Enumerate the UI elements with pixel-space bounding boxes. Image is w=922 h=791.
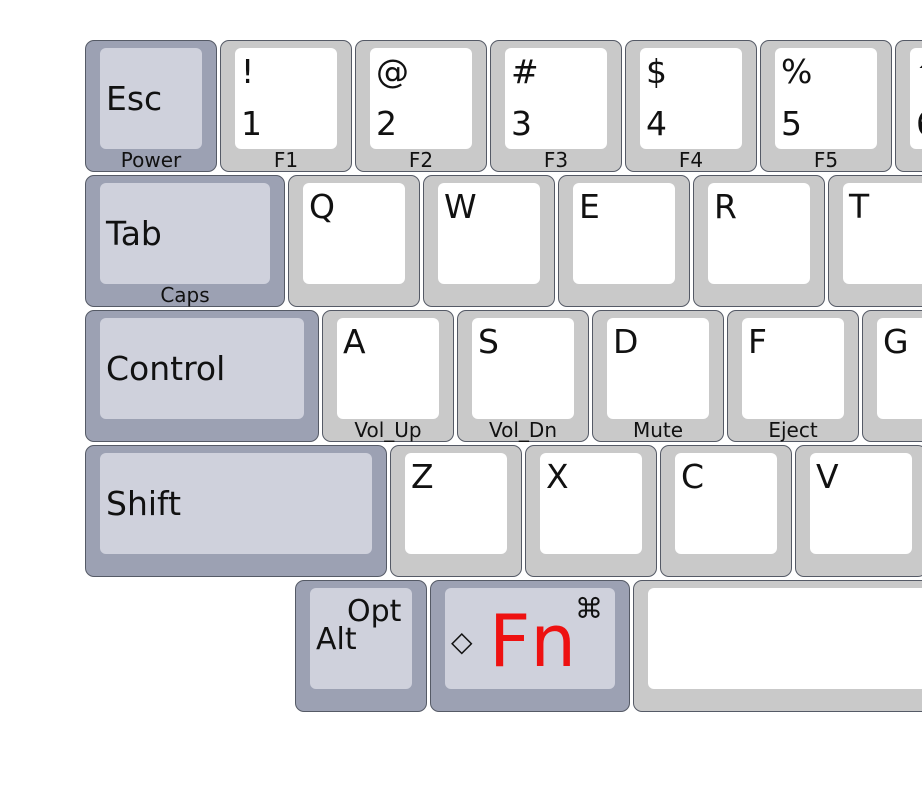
key-q[interactable]: Q bbox=[288, 175, 420, 307]
key-f-label: F bbox=[748, 322, 767, 361]
key-q-label: Q bbox=[309, 187, 335, 226]
key-1-shift-label: ! bbox=[241, 52, 255, 91]
alt-label: Alt bbox=[316, 622, 357, 657]
command-icon: ⌘ bbox=[575, 592, 603, 625]
fn-label: Fn bbox=[489, 599, 577, 683]
key-a-sub-label: Vol_Up bbox=[354, 418, 422, 442]
key-2-label: 2 bbox=[376, 104, 397, 143]
key-2-sub-label: F2 bbox=[408, 148, 434, 172]
fn-key[interactable]: ◇ Fn ⌘ bbox=[430, 580, 630, 712]
key-r-label: R bbox=[714, 187, 737, 226]
key-c[interactable]: C bbox=[660, 445, 792, 577]
key-v[interactable]: V bbox=[795, 445, 922, 577]
key-z[interactable]: Z bbox=[390, 445, 522, 577]
control-key[interactable]: Control bbox=[85, 310, 319, 442]
key-f[interactable]: F Eject bbox=[727, 310, 859, 442]
key-a-label: A bbox=[343, 322, 366, 361]
alt-option-key[interactable]: Alt Opt bbox=[295, 580, 427, 712]
key-2-shift-label: @ bbox=[376, 52, 409, 91]
key-5-sub-label: F5 bbox=[813, 148, 839, 172]
key-z-label: Z bbox=[411, 457, 434, 496]
control-label: Control bbox=[106, 349, 226, 388]
key-2[interactable]: @ 2 F2 bbox=[355, 40, 487, 172]
key-d-sub-label: Mute bbox=[632, 418, 684, 442]
key-e-label: E bbox=[579, 187, 600, 226]
key-v-label: V bbox=[816, 457, 839, 496]
key-5-label: 5 bbox=[781, 104, 802, 143]
tab-key[interactable]: Tab Caps bbox=[85, 175, 285, 307]
tab-sub-label: Caps bbox=[160, 283, 210, 307]
key-4-label: 4 bbox=[646, 104, 667, 143]
key-a[interactable]: A Vol_Up bbox=[322, 310, 454, 442]
key-s-label: S bbox=[478, 322, 499, 361]
key-x-label: X bbox=[546, 457, 569, 496]
key-3[interactable]: # 3 F3 bbox=[490, 40, 622, 172]
key-w[interactable]: W bbox=[423, 175, 555, 307]
key-6[interactable]: ^ 6 bbox=[895, 40, 922, 172]
key-w-label: W bbox=[444, 187, 477, 226]
keyboard: Esc Power ! 1 F1 @ 2 F2 # 3 F3 $ 4 F4 % … bbox=[0, 0, 922, 791]
diamond-icon: ◇ bbox=[451, 625, 473, 658]
key-r[interactable]: R bbox=[693, 175, 825, 307]
space-bar-keycap bbox=[648, 588, 922, 689]
key-g[interactable]: G bbox=[862, 310, 922, 442]
key-c-label: C bbox=[681, 457, 705, 496]
key-t[interactable]: T bbox=[828, 175, 922, 307]
key-1-sub-label: F1 bbox=[273, 148, 299, 172]
key-f-sub-label: Eject bbox=[768, 418, 818, 442]
key-3-label: 3 bbox=[511, 104, 532, 143]
shift-label: Shift bbox=[106, 484, 182, 523]
key-g-label: G bbox=[883, 322, 909, 361]
key-e[interactable]: E bbox=[558, 175, 690, 307]
key-d-label: D bbox=[613, 322, 639, 361]
key-x[interactable]: X bbox=[525, 445, 657, 577]
key-4-shift-label: $ bbox=[646, 52, 667, 91]
esc-sub-label: Power bbox=[120, 148, 182, 172]
key-3-sub-label: F3 bbox=[543, 148, 569, 172]
esc-key[interactable]: Esc Power bbox=[85, 40, 217, 172]
key-4[interactable]: $ 4 F4 bbox=[625, 40, 757, 172]
option-label: Opt bbox=[347, 594, 402, 629]
key-s[interactable]: S Vol_Dn bbox=[457, 310, 589, 442]
space-bar[interactable] bbox=[633, 580, 922, 712]
key-1-label: 1 bbox=[241, 104, 262, 143]
esc-label: Esc bbox=[106, 79, 163, 118]
key-6-label: 6 bbox=[916, 107, 922, 140]
shift-key[interactable]: Shift bbox=[85, 445, 387, 577]
key-4-sub-label: F4 bbox=[678, 148, 704, 172]
key-d[interactable]: D Mute bbox=[592, 310, 724, 442]
key-1[interactable]: ! 1 F1 bbox=[220, 40, 352, 172]
key-s-sub-label: Vol_Dn bbox=[489, 418, 557, 442]
key-3-shift-label: # bbox=[511, 52, 539, 91]
tab-label: Tab bbox=[106, 214, 162, 253]
key-5-shift-label: % bbox=[781, 52, 813, 91]
key-t-label: T bbox=[849, 187, 870, 226]
key-5[interactable]: % 5 F5 bbox=[760, 40, 892, 172]
key-6-shift-label: ^ bbox=[916, 55, 922, 88]
